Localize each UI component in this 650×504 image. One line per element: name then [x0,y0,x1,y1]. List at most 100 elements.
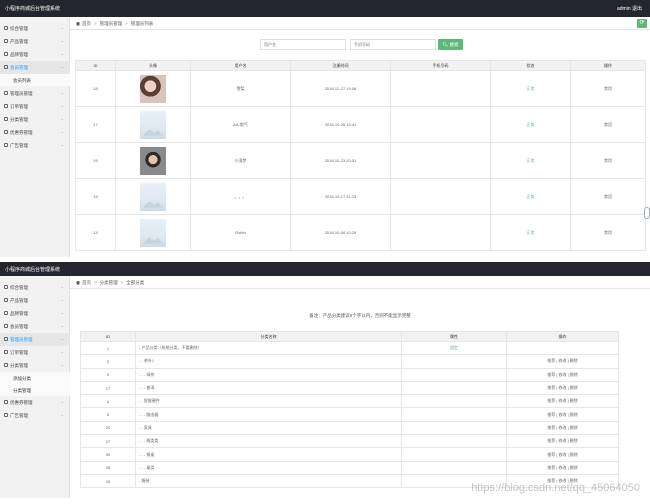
cell-phone [390,142,491,179]
sidebar-item-label: 会员管理 [10,64,28,70]
cell-id: 40 [80,473,136,489]
home-icon [76,280,80,285]
sidebar-item-label: 添加分类 [13,375,31,381]
breadcrumb-section[interactable]: 分类管理 [100,280,118,285]
chevron-down-icon: ⌄ [60,336,64,341]
cell-avatar [115,106,191,143]
refresh-button[interactable]: ⟳ [637,19,647,28]
row-actions[interactable]: 推荐 | 修改 | 删除 [506,434,619,449]
cell-register-time: 2018-10-08 10:29 [290,214,391,251]
row-actions[interactable]: 推荐 | 修改 | 删除 [506,394,619,409]
sidebar-item[interactable]: 管理员管理 ⌄ [0,87,70,100]
app-title: 小程序商城后台管理系统 [5,267,61,273]
sidebar-item[interactable]: 产品管理 ⌄ [0,35,70,48]
sidebar-item[interactable]: 广告管理 ⌄ [0,139,70,152]
sidebar-item[interactable]: 广告管理 ⌄ [0,409,70,422]
row-actions[interactable]: 推荐 | 修改 | 删除 [506,460,619,475]
sidebar-item[interactable]: 订单管理 ⌄ [0,346,70,359]
sidebar-subitem[interactable]: 会员列表 [0,74,70,86]
menu-icon [4,363,8,367]
menu-icon [4,311,8,315]
disable-link[interactable]: 禁用 [570,142,646,179]
filter-bar: 🔍︎ 搜索 [70,39,650,51]
sidebar-item[interactable]: 综合管理 ⌄ [0,22,70,35]
chevron-down-icon: ⌄ [60,25,64,30]
disable-link[interactable]: 禁用 [570,70,646,107]
row-actions[interactable]: 推荐 | 修改 | 删除 [506,420,619,436]
column-header: 操作 [506,331,619,342]
sidebar-item[interactable]: 优惠券管理 ⌄ [0,126,70,139]
table-row: 15 。。。 2018-10-17 21:13 正常 禁用 [75,178,646,215]
sidebar-item[interactable]: 产品管理 ⌄ [0,294,70,307]
column-header: ID [75,60,116,71]
breadcrumb-home[interactable]: 首页 [82,21,91,26]
sidebar-item[interactable]: 管理员管理 ⌄ [0,333,70,346]
sidebar-item[interactable]: 会员管理 ⌄ [0,61,70,74]
row-actions[interactable]: 推荐 | 修改 | 删除 [506,447,619,462]
cell-username: 小涛梦 [190,142,291,179]
username-input[interactable] [260,39,346,50]
phone-input[interactable] [350,39,436,50]
sidebar-item[interactable]: 会员管理 ⌄ [0,320,70,333]
main-content: 首页>管理员管理>管理员列表 ⟳ 🔍︎ 搜索 ID头像用户名注册时间手机号码状态… [70,17,650,257]
table-row: 3- - 茶叶1 推荐 | 修改 | 删除 [80,354,619,369]
cell-register-time: 2018-10-26 15:41 [290,106,391,143]
cell-id: 4 [80,394,136,409]
sidebar-item[interactable]: 品牌管理 ⌄ [0,48,70,61]
sidebar-item-label: 分类管理 [10,362,28,368]
sidebar-item[interactable]: 综合管理 ⌄ [0,281,70,294]
row-actions[interactable]: 推荐 | 修改 | 删除 [506,367,619,382]
disable-link[interactable]: 禁用 [570,178,646,215]
sidebar-item-label: 产品管理 [10,38,28,44]
status-badge: 正常 [490,142,571,179]
cell-category-name: - - - 绿茶 [135,367,402,382]
scroll-handle[interactable] [644,207,650,219]
search-button[interactable]: 🔍︎ 搜索 [438,39,463,50]
chevron-down-icon: ⌄ [60,297,64,302]
cell-id: 39 [80,447,136,462]
menu-icon [4,298,8,302]
table-row: 4- - 智能硬件 推荐 | 修改 | 删除 [80,394,619,409]
cell-avatar [115,70,191,107]
breadcrumb-section[interactable]: 管理员管理 [100,21,123,26]
chevron-down-icon: ⌄ [60,38,64,43]
breadcrumb-home[interactable]: 首页 [82,280,91,285]
sidebar-item-label: 综合管理 [10,25,28,31]
disable-link[interactable]: 禁用 [570,106,646,143]
row-actions[interactable]: 推荐 | 修改 | 删除 [506,354,619,369]
user-menu[interactable]: admin 退出 [617,5,642,12]
cell-id: 27 [80,434,136,449]
status-badge: 正常 [490,178,571,215]
menu-icon [4,104,8,108]
cell-category-name: - - - 普洱 [135,380,402,396]
watermark: https://blog.csdn.net/qq_45064050 [471,482,640,494]
menu-icon [4,39,8,43]
cell-username: 。。。 [190,178,291,215]
column-header: 属性 [401,331,507,342]
menu-icon [4,400,8,404]
sidebar-subitem[interactable]: 添加分类 [0,372,70,384]
cell-username: Robin [190,214,291,251]
sidebar-item-label: 分类管理 [13,387,31,393]
chevron-down-icon: ⌄ [60,129,64,134]
cell-category-name: - - - 路由器 [135,407,402,422]
column-header: 手机号码 [390,60,491,71]
row-actions[interactable] [506,340,619,356]
chevron-down-icon: ⌄ [60,284,64,289]
sidebar-item[interactable]: 优惠券管理 ⌄ [0,396,70,409]
breadcrumb-current: 管理员列表 [130,21,154,26]
cell-id: 20 [80,420,136,436]
sidebar-item[interactable]: 分类管理 ⌄ [0,113,70,126]
avatar [140,74,166,103]
sidebar-subitem[interactable]: 分类管理 [0,384,70,396]
cell-id: 38 [80,460,136,475]
sidebar-item[interactable]: 分类管理 ⌄ [0,359,70,372]
row-actions[interactable]: 推荐 | 修改 | 删除 [506,380,619,396]
cell-phone [390,106,491,143]
column-header: 用户名 [190,60,291,71]
sidebar-item[interactable]: 品牌管理 ⌄ [0,307,70,320]
disable-link[interactable]: 禁用 [570,214,646,251]
cell-category-name: - - 智能硬件 [135,394,402,409]
row-actions[interactable]: 推荐 | 修改 | 删除 [506,407,619,422]
sidebar-item[interactable]: 订单管理 ⌄ [0,100,70,113]
